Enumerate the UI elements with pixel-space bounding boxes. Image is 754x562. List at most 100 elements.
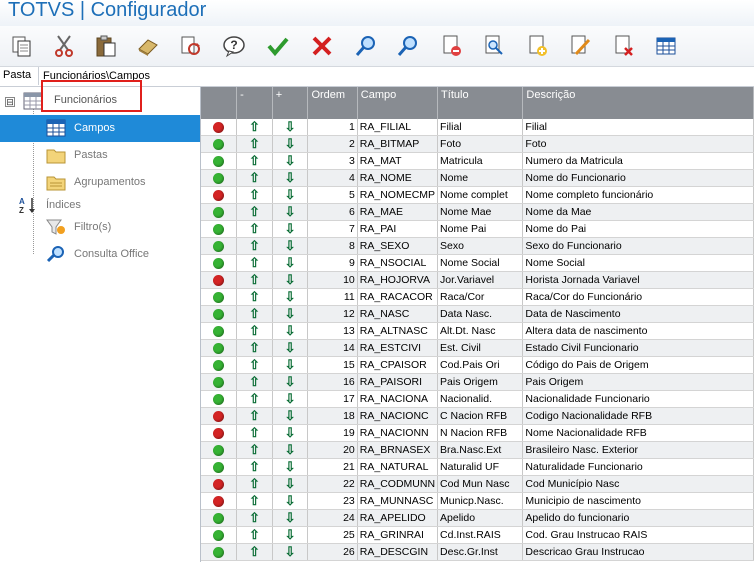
column-header-status[interactable] — [201, 87, 238, 119]
arrow-down-icon[interactable]: ⇩ — [285, 476, 296, 491]
arrow-down-icon[interactable]: ⇩ — [285, 374, 296, 389]
arrow-up-icon[interactable]: ⇧ — [249, 459, 260, 474]
table-row[interactable]: ⇧ ⇩ 21 RA_NATURAL Naturalid UF Naturalidade F… — [201, 458, 754, 476]
arrow-down-icon[interactable]: ⇩ — [285, 459, 296, 474]
arrow-down-icon[interactable]: ⇩ — [285, 493, 296, 508]
tree-root-funcionarios[interactable]: ⊟ Funcionários — [0, 80, 200, 115]
table-row[interactable]: ⇧ ⇩ 10 RA_HOJORVA Jor.Variavel Horista Jornad… — [201, 271, 754, 289]
table-row[interactable]: ⇧ ⇩ 2 RA_BITMAP Foto Foto — [201, 135, 754, 153]
search-next-button[interactable] — [394, 32, 422, 60]
move-up-cell[interactable]: ⇧ — [236, 119, 273, 136]
tree-item-consulta-office[interactable]: Consulta Office — [0, 241, 200, 268]
arrow-up-icon[interactable]: ⇧ — [249, 238, 260, 253]
arrow-up-icon[interactable]: ⇧ — [249, 221, 260, 236]
arrow-up-icon[interactable]: ⇧ — [249, 510, 260, 525]
arrow-up-icon[interactable]: ⇧ — [249, 476, 260, 491]
arrow-up-icon[interactable]: ⇧ — [249, 340, 260, 355]
table-row[interactable]: ⇧ ⇩ 3 RA_MAT Matricula Numero da Matricula — [201, 152, 754, 170]
table-row[interactable]: ⇧ ⇩ 1 RA_FILIAL Filial Filial — [201, 119, 754, 136]
move-down-cell[interactable]: ⇩ — [272, 509, 309, 527]
move-up-cell[interactable]: ⇧ — [236, 526, 273, 544]
edit-document-button[interactable] — [566, 32, 594, 60]
arrow-up-icon[interactable]: ⇧ — [249, 289, 260, 304]
table-row[interactable]: ⇧ ⇩ 8 RA_SEXO Sexo Sexo do Funcionario — [201, 237, 754, 255]
arrow-up-icon[interactable]: ⇧ — [249, 323, 260, 338]
search-button[interactable] — [352, 32, 380, 60]
move-down-cell[interactable]: ⇩ — [272, 407, 309, 425]
column-header-descricao[interactable]: Descrição — [522, 87, 754, 119]
arrow-up-icon[interactable]: ⇧ — [249, 204, 260, 219]
move-up-cell[interactable]: ⇧ — [236, 458, 273, 476]
arrow-down-icon[interactable]: ⇩ — [285, 289, 296, 304]
table-row[interactable]: ⇧ ⇩ 24 RA_APELIDO Apelido Apelido do funciona… — [201, 509, 754, 527]
move-up-cell[interactable]: ⇧ — [236, 390, 273, 408]
move-up-cell[interactable]: ⇧ — [236, 356, 273, 374]
move-down-cell[interactable]: ⇩ — [272, 373, 309, 391]
arrow-up-icon[interactable]: ⇧ — [249, 119, 260, 134]
add-document-button[interactable] — [524, 32, 552, 60]
arrow-down-icon[interactable]: ⇩ — [285, 425, 296, 440]
move-up-cell[interactable]: ⇧ — [236, 305, 273, 323]
arrow-down-icon[interactable]: ⇩ — [285, 136, 296, 151]
arrow-down-icon[interactable]: ⇩ — [285, 204, 296, 219]
move-down-cell[interactable]: ⇩ — [272, 458, 309, 476]
move-up-cell[interactable]: ⇧ — [236, 322, 273, 340]
preview-document-button[interactable] — [480, 32, 508, 60]
copy-button[interactable] — [8, 32, 36, 60]
arrow-up-icon[interactable]: ⇧ — [249, 391, 260, 406]
move-down-cell[interactable]: ⇩ — [272, 119, 309, 136]
move-up-cell[interactable]: ⇧ — [236, 492, 273, 510]
tree-item-filtros[interactable]: Filtro(s) — [0, 214, 200, 241]
arrow-down-icon[interactable]: ⇩ — [285, 153, 296, 168]
arrow-up-icon[interactable]: ⇧ — [249, 357, 260, 372]
arrow-down-icon[interactable]: ⇩ — [285, 408, 296, 423]
move-up-cell[interactable]: ⇧ — [236, 339, 273, 357]
move-down-cell[interactable]: ⇩ — [272, 186, 309, 204]
refresh-button[interactable] — [176, 32, 204, 60]
move-down-cell[interactable]: ⇩ — [272, 254, 309, 272]
remove-document-button[interactable] — [438, 32, 466, 60]
arrow-up-icon[interactable]: ⇧ — [249, 493, 260, 508]
table-row[interactable]: ⇧ ⇩ 25 RA_GRINRAI Cd.Inst.RAIS Cod. Grau Inst… — [201, 526, 754, 544]
move-up-cell[interactable]: ⇧ — [236, 220, 273, 238]
arrow-up-icon[interactable]: ⇧ — [249, 153, 260, 168]
table-row[interactable]: ⇧ ⇩ 23 RA_MUNNASC Municp.Nasc. Municipio de n… — [201, 492, 754, 510]
move-down-cell[interactable]: ⇩ — [272, 271, 309, 289]
table-row[interactable]: ⇧ ⇩ 18 RA_NACIONC C Nacion RFB Codigo Naciona… — [201, 407, 754, 425]
arrow-down-icon[interactable]: ⇩ — [285, 187, 296, 202]
move-up-cell[interactable]: ⇧ — [236, 509, 273, 527]
move-up-cell[interactable]: ⇧ — [236, 475, 273, 493]
help-button[interactable]: ? — [220, 32, 248, 60]
arrow-up-icon[interactable]: ⇧ — [249, 408, 260, 423]
move-down-cell[interactable]: ⇩ — [272, 356, 309, 374]
paste-button[interactable] — [92, 32, 120, 60]
move-down-cell[interactable]: ⇩ — [272, 424, 309, 442]
move-down-cell[interactable]: ⇩ — [272, 169, 309, 187]
arrow-down-icon[interactable]: ⇩ — [285, 255, 296, 270]
table-row[interactable]: ⇧ ⇩ 19 RA_NACIONN N Nacion RFB Nome Nacionali… — [201, 424, 754, 442]
move-down-cell[interactable]: ⇩ — [272, 220, 309, 238]
move-down-cell[interactable]: ⇩ — [272, 526, 309, 544]
move-down-cell[interactable]: ⇩ — [272, 305, 309, 323]
move-down-cell[interactable]: ⇩ — [272, 288, 309, 306]
arrow-up-icon[interactable]: ⇧ — [249, 374, 260, 389]
arrow-down-icon[interactable]: ⇩ — [285, 442, 296, 457]
confirm-button[interactable] — [264, 32, 292, 60]
table-row[interactable]: ⇧ ⇩ 11 RA_RACACOR Raca/Cor Raca/Cor do Funcio… — [201, 288, 754, 306]
table-view-button[interactable] — [652, 32, 680, 60]
arrow-up-icon[interactable]: ⇧ — [249, 136, 260, 151]
table-row[interactable]: ⇧ ⇩ 13 RA_ALTNASC Alt.Dt. Nasc Altera data de… — [201, 322, 754, 340]
move-up-cell[interactable]: ⇧ — [236, 186, 273, 204]
move-down-cell[interactable]: ⇩ — [272, 322, 309, 340]
move-up-cell[interactable]: ⇧ — [236, 271, 273, 289]
arrow-up-icon[interactable]: ⇧ — [249, 187, 260, 202]
move-up-cell[interactable]: ⇧ — [236, 135, 273, 153]
move-up-cell[interactable]: ⇧ — [236, 407, 273, 425]
arrow-down-icon[interactable]: ⇩ — [285, 306, 296, 321]
arrow-down-icon[interactable]: ⇩ — [285, 119, 296, 134]
arrow-down-icon[interactable]: ⇩ — [285, 510, 296, 525]
tree-item-pastas[interactable]: Pastas — [0, 142, 200, 169]
move-down-cell[interactable]: ⇩ — [272, 441, 309, 459]
arrow-down-icon[interactable]: ⇩ — [285, 391, 296, 406]
arrow-up-icon[interactable]: ⇧ — [249, 425, 260, 440]
